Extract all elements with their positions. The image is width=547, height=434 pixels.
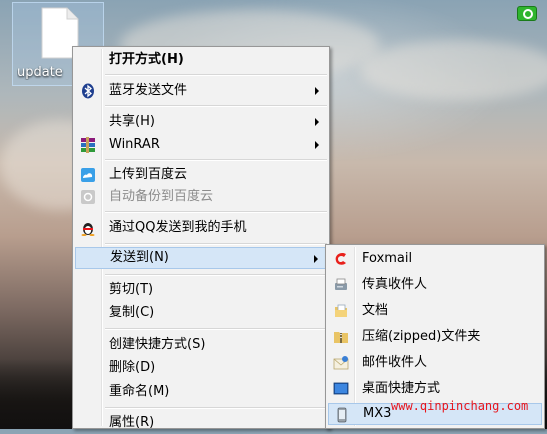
menu-item-label: 上传到百度云 [109,167,188,182]
menu-item-label: 压缩(zipped)文件夹 [362,329,481,344]
sendto-fax-recipient[interactable]: 传真收件人 [328,274,542,296]
menu-item-label: 共享(H) [109,114,155,129]
menu-item-label: 传真收件人 [362,277,428,292]
mail-icon [333,356,349,370]
desktop-icon [333,382,349,395]
sendto-foxmail[interactable]: Foxmail [328,248,542,270]
menu-send-to[interactable]: 发送到(N) [75,247,327,269]
menu-item-label: 通过QQ发送到我的手机 [109,220,247,235]
menu-item-label: MX3 [363,406,392,421]
sendto-zip-folder[interactable]: 压缩(zipped)文件夹 [328,326,542,348]
sendto-desktop-shortcut[interactable]: 桌面快捷方式 [328,378,542,400]
submenu-arrow-icon [315,87,319,95]
menu-separator [105,243,327,245]
foxmail-icon [335,252,346,265]
menu-item-label: 发送到(N) [110,250,169,265]
menu-item-label: 蓝牙发送文件 [109,83,188,98]
sendto-documents[interactable]: 文档 [328,300,542,322]
menu-copy[interactable]: 复制(C) [75,302,327,324]
menu-item-label: 桌面快捷方式 [362,381,441,396]
qq-penguin-icon [81,223,95,236]
menu-item-label: 复制(C) [109,305,155,320]
menu-bluetooth-send[interactable]: 蓝牙发送文件 [75,80,327,102]
menu-create-shortcut[interactable]: 创建快捷方式(S) [75,334,327,356]
fax-icon [335,278,347,290]
menu-separator [105,407,327,409]
winrar-icon [81,137,95,153]
menu-item-label: 打开方式(H) [109,52,184,67]
bluetooth-icon [82,83,94,99]
zip-folder-icon [334,332,348,343]
menu-item-label: 创建快捷方式(S) [109,337,206,352]
context-menu: 打开方式(H) 蓝牙发送文件 共享(H) WinRAR 上传到百度云 自动备份到… [72,46,330,430]
menu-item-label: 属性(R) [109,415,155,430]
menu-open-with[interactable]: 打开方式(H) [75,49,327,71]
menu-separator [105,74,327,76]
sendto-mail-recipient[interactable]: 邮件收件人 [328,352,542,374]
menu-separator [105,211,327,213]
tray-status-icon[interactable] [517,6,537,21]
submenu-arrow-icon [315,118,319,126]
menu-auto-backup-baidu[interactable]: 自动备份到百度云 [75,186,327,208]
baidu-cloud-icon [81,168,95,182]
submenu-arrow-icon [315,141,319,149]
menu-winrar[interactable]: WinRAR [75,134,327,156]
menu-item-label: 删除(D) [109,360,156,375]
menu-delete[interactable]: 删除(D) [75,357,327,379]
menu-item-label: 文档 [362,303,389,318]
menu-item-label: WinRAR [109,137,160,152]
documents-icon [335,304,347,317]
phone-device-icon [337,407,347,423]
menu-item-label: 剪切(T) [109,282,154,297]
menu-separator [105,274,327,276]
menu-properties[interactable]: 属性(R) [75,412,327,434]
menu-separator [105,159,327,161]
baidu-backup-icon [81,190,95,204]
menu-rename[interactable]: 重命名(M) [75,381,327,403]
site-watermark: www.qinpinchang.com [391,399,529,413]
menu-item-label: Foxmail [362,251,413,266]
menu-share[interactable]: 共享(H) [75,111,327,133]
menu-separator [105,328,327,330]
menu-item-label: 重命名(M) [109,384,170,399]
menu-separator [105,105,327,107]
menu-cut[interactable]: 剪切(T) [75,279,327,301]
menu-upload-baidu[interactable]: 上传到百度云 [75,164,327,186]
menu-item-label: 邮件收件人 [362,355,428,370]
submenu-arrow-icon [314,255,318,263]
menu-item-label: 自动备份到百度云 [109,189,214,204]
menu-qq-send-phone[interactable]: 通过QQ发送到我的手机 [75,217,327,239]
